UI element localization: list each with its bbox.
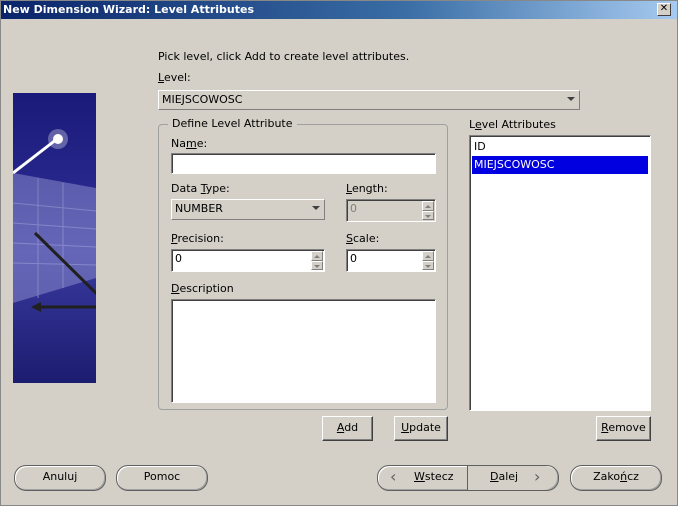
length-label: Length:: [346, 182, 388, 195]
help-button[interactable]: Pomoc: [116, 465, 208, 491]
scale-up-icon[interactable]: [422, 251, 434, 261]
precision-stepper[interactable]: 0: [171, 249, 325, 272]
wizard-wand-icon: [13, 129, 96, 312]
length-up-icon[interactable]: [422, 201, 434, 211]
level-label: Level:: [158, 71, 191, 84]
remove-button[interactable]: Remove: [596, 416, 651, 441]
cancel-button[interactable]: Anuluj: [14, 465, 106, 491]
name-label: Name:: [171, 137, 208, 150]
length-down-icon[interactable]: [422, 210, 434, 220]
scale-value: 0: [350, 252, 357, 265]
back-arrow-icon: ‹: [390, 467, 397, 486]
chevron-down-icon: [567, 97, 575, 101]
next-button[interactable]: Dalej ›: [467, 466, 556, 490]
back-button[interactable]: Wstecz: [414, 466, 454, 488]
update-button[interactable]: Update: [394, 416, 448, 441]
scale-label: Scale:: [346, 232, 380, 245]
close-button[interactable]: ✕: [657, 3, 671, 16]
scale-stepper[interactable]: 0: [346, 249, 436, 272]
level-attributes-list[interactable]: ID MIEJSCOWOSC: [469, 135, 651, 411]
name-field[interactable]: [171, 153, 436, 174]
close-icon: ✕: [659, 3, 669, 14]
list-item[interactable]: MIEJSCOWOSC: [472, 156, 648, 174]
data-type-value: NUMBER: [175, 202, 223, 215]
level-attributes-label: Level Attributes: [469, 118, 556, 131]
scale-down-icon[interactable]: [422, 260, 434, 270]
list-item[interactable]: ID: [472, 138, 648, 156]
wizard-illustration: [13, 93, 96, 383]
precision-value: 0: [175, 252, 182, 265]
length-value: 0: [350, 202, 357, 215]
instruction-text: Pick level, click Add to create level at…: [158, 50, 410, 63]
chevron-down-icon: [312, 206, 320, 210]
next-arrow-icon: ›: [534, 467, 541, 486]
back-next-group: ‹ Wstecz Dalej ›: [377, 465, 559, 491]
data-type-label: Data Type:: [171, 182, 230, 195]
window-title: New Dimension Wizard: Level Attributes: [3, 3, 255, 16]
description-textarea[interactable]: [171, 299, 436, 403]
group-title: Define Level Attribute: [168, 117, 297, 130]
precision-label: Precision:: [171, 232, 224, 245]
description-label: Description: [171, 282, 234, 295]
level-select[interactable]: MIEJSCOWOSC: [158, 90, 580, 110]
wizard-window: New Dimension Wizard: Level Attributes ✕: [0, 0, 678, 506]
title-bar: New Dimension Wizard: Level Attributes ✕: [1, 1, 677, 19]
add-button[interactable]: Add: [322, 416, 373, 441]
precision-down-icon[interactable]: [311, 260, 323, 270]
finish-button[interactable]: Zakończ: [570, 465, 662, 491]
length-stepper[interactable]: 0: [346, 199, 436, 222]
data-type-select[interactable]: NUMBER: [171, 199, 325, 220]
level-value: MIEJSCOWOSC: [162, 93, 243, 106]
precision-up-icon[interactable]: [311, 251, 323, 261]
